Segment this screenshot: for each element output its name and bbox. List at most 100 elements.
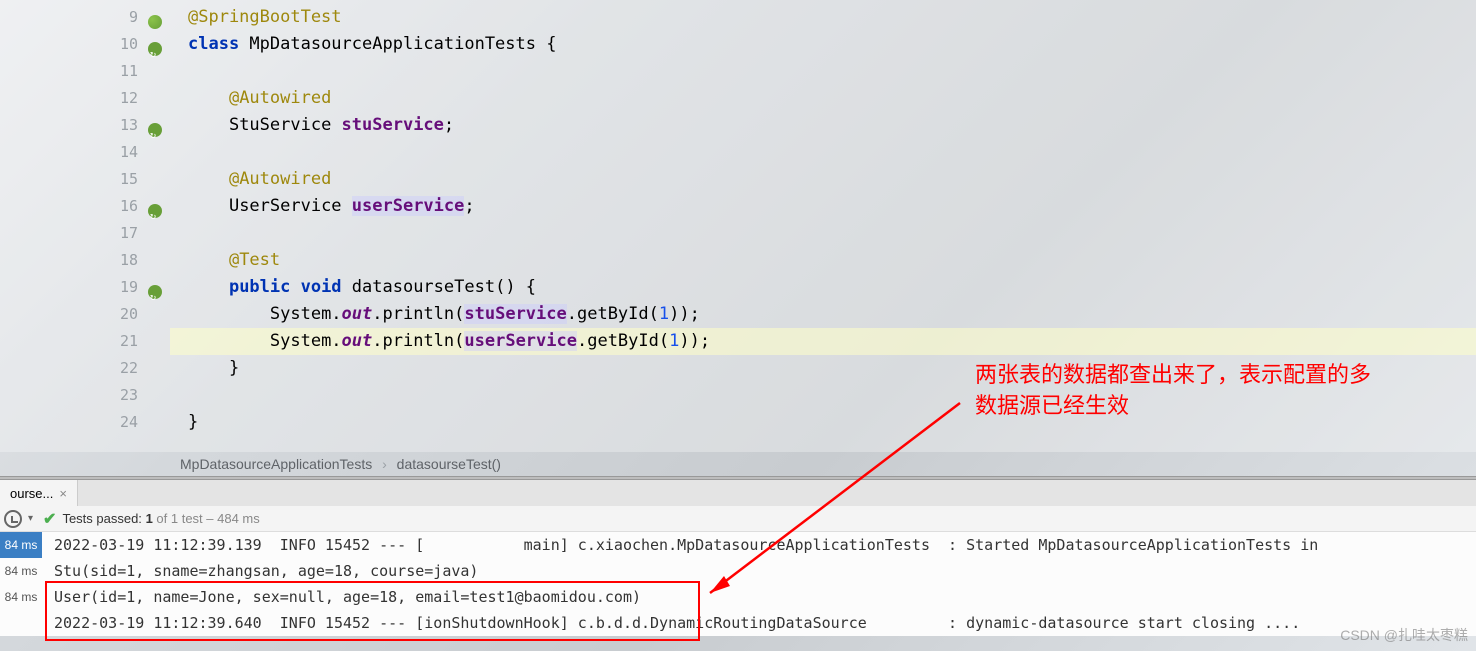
token-kw: class	[188, 34, 249, 54]
gutter-line: 9	[0, 4, 170, 31]
line-number: 23	[120, 382, 138, 409]
breadcrumb-class[interactable]: MpDatasourceApplicationTests	[180, 456, 372, 472]
console-output[interactable]: 84 ms2022-03-19 11:12:39.139 INFO 15452 …	[0, 532, 1476, 636]
line-number: 11	[120, 58, 138, 85]
code-line[interactable]: @Autowired	[170, 85, 1476, 112]
gutter-line: 18	[0, 247, 170, 274]
gutter-line: 10	[0, 31, 170, 58]
spring-bean-icon[interactable]	[146, 199, 162, 215]
token-method: datasourseTest	[352, 277, 495, 297]
close-icon[interactable]: ×	[59, 486, 67, 501]
chevron-down-icon[interactable]: ▾	[28, 513, 33, 524]
annotation-text: 两张表的数据都查出来了，表示配置的多 数据源已经生效	[975, 360, 1371, 422]
token-field-italic: out	[342, 304, 373, 324]
token-plain: .println(	[372, 331, 464, 351]
line-number: 10	[120, 31, 138, 58]
breadcrumb-separator: ›	[382, 456, 387, 472]
spring-leaf-icon[interactable]	[146, 10, 162, 26]
gutter-line: 13	[0, 112, 170, 139]
gutter-empty	[146, 172, 162, 188]
line-number: 17	[120, 220, 138, 247]
spring-bean-icon[interactable]	[146, 37, 162, 53]
duration-badge[interactable]: 84 ms	[0, 558, 42, 584]
duration-badge[interactable]	[0, 610, 42, 636]
token-plain: .getById(	[567, 304, 659, 324]
gutter-empty	[146, 388, 162, 404]
gutter: 9101112131415161718192021222324	[0, 0, 170, 452]
code-line[interactable]: @Autowired	[170, 166, 1476, 193]
token-plain: () {	[495, 277, 536, 297]
code-line[interactable]: StuService stuService;	[170, 112, 1476, 139]
token-type: StuService	[229, 115, 342, 135]
token-field: stuService	[342, 115, 444, 135]
token-type: MpDatasourceApplicationTests	[249, 34, 546, 54]
console-line: 84 msUser(id=1, name=Jone, sex=null, age…	[0, 584, 1476, 610]
token-num: 1	[659, 304, 669, 324]
console-text: 2022-03-19 11:12:39.139 INFO 15452 --- […	[42, 532, 1318, 558]
annotation-line-2: 数据源已经生效	[975, 391, 1371, 422]
line-number: 16	[120, 193, 138, 220]
code-line[interactable]	[170, 220, 1476, 247]
token-anno: @Autowired	[229, 169, 331, 189]
spring-bean-icon[interactable]	[146, 118, 162, 134]
line-number: 15	[120, 166, 138, 193]
code-line[interactable]: System.out.println(stuService.getById(1)…	[170, 301, 1476, 328]
gutter-line: 16	[0, 193, 170, 220]
token-plain: .println(	[372, 304, 464, 324]
token-anno: @SpringBootTest	[188, 7, 342, 27]
watermark: CSDN @扎哇太枣糕	[1340, 625, 1468, 645]
breadcrumb[interactable]: MpDatasourceApplicationTests › datasours…	[0, 452, 1476, 476]
gutter-empty	[146, 415, 162, 431]
code-line[interactable]: class MpDatasourceApplicationTests {	[170, 31, 1476, 58]
tab-label: ourse...	[10, 486, 53, 501]
gutter-line: 17	[0, 220, 170, 247]
token-field-italic: out	[342, 331, 373, 351]
line-number: 22	[120, 355, 138, 382]
token-plain: .getById(	[577, 331, 669, 351]
code-line[interactable]: @SpringBootTest	[170, 4, 1476, 31]
gutter-line: 23	[0, 382, 170, 409]
gutter-line: 20	[0, 301, 170, 328]
line-number: 14	[120, 139, 138, 166]
console-tab[interactable]: ourse... ×	[0, 480, 78, 506]
code-line[interactable]	[170, 58, 1476, 85]
annotation-line-1: 两张表的数据都查出来了，表示配置的多	[975, 360, 1371, 391]
code-line[interactable]	[170, 139, 1476, 166]
token-plain: System.	[270, 304, 342, 324]
line-number: 20	[120, 301, 138, 328]
token-type: UserService	[229, 196, 352, 216]
history-icon[interactable]	[4, 510, 22, 528]
token-plain: ;	[444, 115, 454, 135]
duration-badge[interactable]: 84 ms	[0, 532, 42, 558]
gutter-line: 14	[0, 139, 170, 166]
line-number: 9	[129, 4, 138, 31]
gutter-empty	[146, 253, 162, 269]
line-number: 19	[120, 274, 138, 301]
gutter-line: 21	[0, 328, 170, 355]
spring-bean-icon[interactable]	[146, 280, 162, 296]
token-num: 1	[669, 331, 679, 351]
gutter-line: 22	[0, 355, 170, 382]
breadcrumb-method[interactable]: datasourseTest()	[397, 456, 501, 472]
code-line[interactable]: public void datasourseTest() {	[170, 274, 1476, 301]
line-number: 13	[120, 112, 138, 139]
line-number: 21	[120, 328, 138, 355]
gutter-line: 11	[0, 58, 170, 85]
tests-total-text: of 1 test – 484 ms	[156, 511, 259, 526]
token-field-warn: userService	[464, 331, 577, 351]
console-line: 84 msStu(sid=1, sname=zhangsan, age=18, …	[0, 558, 1476, 584]
console-text: 2022-03-19 11:12:39.640 INFO 15452 --- […	[42, 610, 1300, 636]
check-icon: ✔	[43, 509, 56, 529]
duration-badge[interactable]: 84 ms	[0, 584, 42, 610]
code-line[interactable]: System.out.println(userService.getById(1…	[170, 328, 1476, 355]
console-line: 84 ms2022-03-19 11:12:39.139 INFO 15452 …	[0, 532, 1476, 558]
line-number: 24	[120, 409, 138, 436]
token-plain: ;	[464, 196, 474, 216]
console-tab-bar: ourse... ×	[0, 480, 1476, 506]
code-line[interactable]: UserService userService;	[170, 193, 1476, 220]
token-plain: System.	[270, 331, 342, 351]
gutter-empty	[146, 361, 162, 377]
code-line[interactable]: @Test	[170, 247, 1476, 274]
gutter-line: 15	[0, 166, 170, 193]
gutter-empty	[146, 91, 162, 107]
